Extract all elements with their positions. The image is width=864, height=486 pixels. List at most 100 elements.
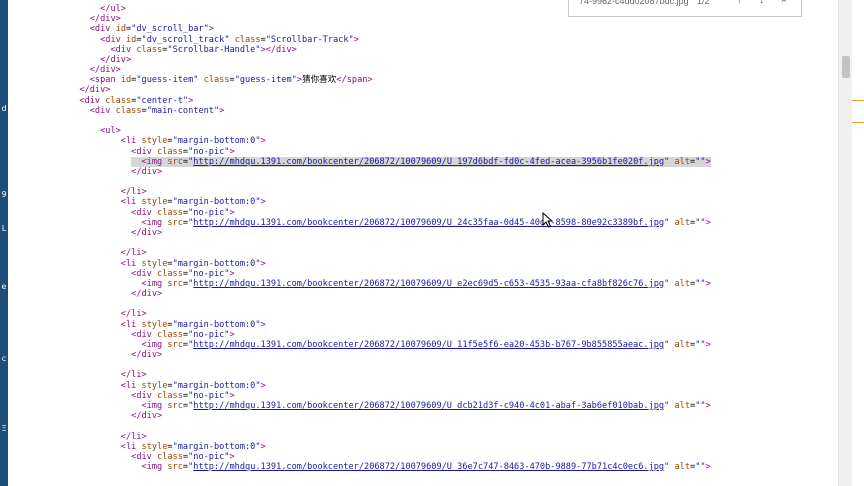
line-code: <img src="http://mhdqu.1391.com/bookcent… bbox=[141, 217, 711, 228]
line-code: <img src="http://mhdqu.1391.com/bookcent… bbox=[141, 278, 711, 289]
line-code: <div class="no-pic"> bbox=[131, 329, 235, 340]
source-link[interactable]: http://mhdqu.1391.com/bookcenter/206872/… bbox=[193, 218, 664, 228]
line-code: <div class="center-t"> bbox=[79, 95, 194, 106]
source-line: 90 <img src="http://mhdqu.1391.com/bookc… bbox=[38, 156, 838, 167]
source-line: 93 </li> bbox=[38, 187, 838, 197]
edge-marker bbox=[852, 100, 864, 101]
line-code: <img src="http://mhdqu.1391.com/bookcent… bbox=[141, 339, 711, 350]
line-code: <li style="margin-bottom:0"> bbox=[120, 258, 266, 269]
line-code: <li style="margin-bottom:0"> bbox=[120, 380, 266, 391]
line-code: <img src="http://mhdqu.1391.com/bookcent… bbox=[38, 156, 711, 167]
line-code: <div id="dv_scroll_bar"> bbox=[89, 24, 214, 35]
line-code: </div> bbox=[131, 227, 163, 238]
line-code: </li> bbox=[120, 431, 147, 442]
source-line: 113 <div class="no-pic"> bbox=[38, 391, 838, 401]
source-line: 91 </div> bbox=[38, 167, 838, 177]
line-code: </div> bbox=[131, 411, 163, 422]
source-line: 115 </div> bbox=[38, 411, 838, 421]
source-line: 95 <div class="no-pic"> bbox=[38, 208, 838, 218]
line-code: </div> bbox=[131, 350, 163, 361]
source-line: 94 <li style="margin-bottom:0"> bbox=[38, 197, 838, 207]
taskbar-glyph: e bbox=[1, 282, 7, 291]
line-code: <li style="margin-bottom:0"> bbox=[120, 319, 266, 330]
source-line: 100 <li style="margin-bottom:0"> bbox=[38, 259, 838, 269]
source-line: 84 <div class="center-t"> bbox=[38, 96, 838, 106]
source-line: 120 <img src="http://mhdqu.1391.com/book… bbox=[38, 462, 838, 472]
find-bar: 74-9962-c4dd02087bdc.jpg 1/2 ↑ ↓ × bbox=[568, 0, 802, 17]
source-line: 92 bbox=[38, 177, 838, 187]
source-line: 88 <li style="margin-bottom:0"> bbox=[38, 136, 838, 146]
source-line: 83 </div> bbox=[38, 85, 838, 95]
source-link[interactable]: http://mhdqu.1391.com/bookcenter/206872/… bbox=[193, 157, 664, 167]
source-line: 97 </div> bbox=[38, 228, 838, 238]
source-line: 78 <div id="dv_scroll_track" class="Scro… bbox=[38, 35, 838, 45]
taskbar-glyph: Ξ bbox=[1, 424, 7, 433]
source-link[interactable]: http://mhdqu.1391.com/bookcenter/206872/… bbox=[193, 340, 664, 350]
taskbar-glyph: c bbox=[1, 354, 7, 363]
scrollbar-thumb[interactable] bbox=[842, 56, 850, 78]
source-line: 117 </li> bbox=[38, 432, 838, 442]
line-code: <ul> bbox=[100, 126, 121, 137]
find-match-count: 1/2 bbox=[697, 0, 710, 6]
source-line: 109 </div> bbox=[38, 350, 838, 360]
source-line: 118 <li style="margin-bottom:0"> bbox=[38, 442, 838, 452]
line-code: <div class="Scrollbar-Handle"></div> bbox=[110, 44, 297, 55]
source-line: 101 <div class="no-pic"> bbox=[38, 269, 838, 279]
line-code: </li> bbox=[120, 187, 147, 198]
line-code: <div class="no-pic"> bbox=[131, 451, 235, 462]
line-code: <div id="dv_scroll_track" class="Scrollb… bbox=[100, 34, 359, 45]
find-previous-button[interactable]: ↑ bbox=[737, 0, 742, 8]
line-code: <span id="guess-item" class="guess-item"… bbox=[89, 75, 373, 86]
source-view[interactable]: 75 </ul>76 </div>77 <div id="dv_scroll_b… bbox=[38, 4, 838, 486]
source-line: 85 <div class="main-content"> bbox=[38, 106, 838, 116]
source-line: 112 <li style="margin-bottom:0"> bbox=[38, 381, 838, 391]
source-line: 99 </li> bbox=[38, 248, 838, 258]
source-link[interactable]: http://mhdqu.1391.com/bookcenter/206872/… bbox=[193, 279, 664, 289]
line-code: </li> bbox=[120, 370, 147, 381]
source-line: 89 <div class="no-pic"> bbox=[38, 147, 838, 157]
line-code: <li style="margin-bottom:0"> bbox=[120, 197, 266, 208]
taskbar-glyph: 9 bbox=[1, 190, 7, 199]
source-line: 82 <span id="guess-item" class="guess-it… bbox=[38, 75, 838, 85]
line-code: <img src="http://mhdqu.1391.com/bookcent… bbox=[141, 462, 711, 473]
line-code: </ul> bbox=[100, 4, 126, 14]
vertical-scrollbar[interactable] bbox=[838, 0, 853, 486]
line-code: <div class="no-pic"> bbox=[131, 207, 235, 218]
source-line: 96 <img src="http://mhdqu.1391.com/bookc… bbox=[38, 218, 838, 228]
line-code: </div> bbox=[131, 166, 163, 177]
line-code: <li style="margin-bottom:0"> bbox=[120, 136, 266, 147]
source-line: 79 <div class="Scrollbar-Handle"></div> bbox=[38, 45, 838, 55]
taskbar-strip: d 9 Le c Ξ bbox=[0, 0, 8, 486]
line-code: </div> bbox=[89, 65, 121, 76]
line-code: <div class="no-pic"> bbox=[131, 268, 235, 279]
line-code: </div> bbox=[89, 14, 121, 25]
source-line: 106 <li style="margin-bottom:0"> bbox=[38, 320, 838, 330]
source-line: 77 <div id="dv_scroll_bar"> bbox=[38, 24, 838, 34]
line-code: <div class="main-content"> bbox=[89, 105, 225, 116]
source-line: 105 </li> bbox=[38, 309, 838, 319]
source-line: 104 bbox=[38, 299, 838, 309]
find-next-button[interactable]: ↓ bbox=[759, 0, 764, 8]
source-line: 87 <ul> bbox=[38, 126, 838, 136]
find-close-button[interactable]: × bbox=[781, 0, 787, 8]
source-line: 111 </li> bbox=[38, 370, 838, 380]
source-line: 103 </div> bbox=[38, 289, 838, 299]
find-input[interactable]: 74-9962-c4dd02087bdc.jpg bbox=[579, 0, 689, 8]
line-code: </div> bbox=[131, 289, 163, 300]
source-line: 119 <div class="no-pic"> bbox=[38, 452, 838, 462]
source-line: 81 </div> bbox=[38, 65, 838, 75]
right-edge-panel bbox=[852, 0, 864, 486]
line-code: </li> bbox=[120, 309, 147, 320]
taskbar-glyph: d bbox=[1, 104, 7, 113]
edge-marker bbox=[852, 122, 864, 123]
source-line: 86 bbox=[38, 116, 838, 126]
line-code: </div> bbox=[79, 85, 111, 96]
source-link[interactable]: http://mhdqu.1391.com/bookcenter/206872/… bbox=[193, 462, 664, 472]
source-line: 108 <img src="http://mhdqu.1391.com/book… bbox=[38, 340, 838, 350]
source-line: 102 <img src="http://mhdqu.1391.com/book… bbox=[38, 279, 838, 289]
source-link[interactable]: http://mhdqu.1391.com/bookcenter/206872/… bbox=[193, 401, 664, 411]
line-code: </div> bbox=[100, 54, 132, 65]
line-code: <li style="margin-bottom:0"> bbox=[120, 441, 266, 452]
line-code: <img src="http://mhdqu.1391.com/bookcent… bbox=[141, 401, 711, 412]
source-line: 98 bbox=[38, 238, 838, 248]
